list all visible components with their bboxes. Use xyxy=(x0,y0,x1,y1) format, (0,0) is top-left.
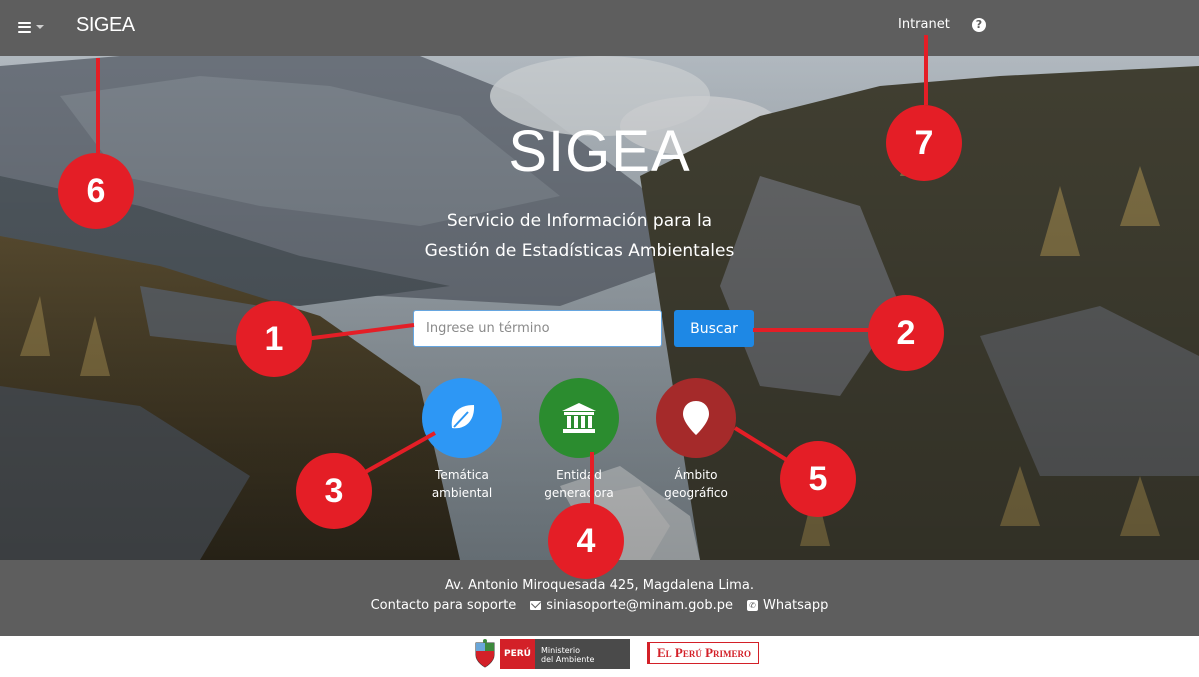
contact-label: Contacto para soporte xyxy=(370,598,517,613)
leaf-icon xyxy=(451,405,475,429)
ministerio-ambiente-logo[interactable]: PERÚ Ministerio del Ambiente xyxy=(472,638,630,670)
envelope-icon xyxy=(530,601,542,610)
category-circle[interactable] xyxy=(656,378,736,458)
category-label: Ámbito geográfico xyxy=(664,468,728,500)
hero-subtitle-line-1: Servicio de Información para la xyxy=(446,211,713,231)
menu-toggle-button[interactable] xyxy=(18,17,50,37)
app: SIGEA Intranet ? SIGEA Servicio de Infor… xyxy=(0,0,1199,677)
footer-contact-row: Contacto para soporte siniasoporte@minam… xyxy=(0,598,1199,613)
whatsapp-icon: ✆ xyxy=(747,600,758,611)
el-peru-primero-logo[interactable]: El Perú Primero xyxy=(647,642,759,664)
ministerio-label: Ministerio del Ambiente xyxy=(534,639,630,669)
whatsapp-link[interactable]: ✆ Whatsapp xyxy=(747,598,828,613)
peru-coat-of-arms-icon xyxy=(475,639,495,668)
top-navbar: SIGEA Intranet ? xyxy=(0,0,1199,56)
peru-label: PERÚ xyxy=(500,639,535,669)
nav-link-intranet[interactable]: Intranet xyxy=(898,17,950,32)
hero-subtitle-line-2: Gestión de Estadísticas Ambientales xyxy=(424,241,735,261)
category-label: Temática ambiental xyxy=(431,468,493,500)
category-ambito-geografico[interactable]: Ámbito geográfico xyxy=(636,378,756,502)
email-text[interactable]: siniasoporte@minam.gob.pe xyxy=(546,598,733,613)
search-button[interactable]: Buscar xyxy=(674,310,754,347)
whatsapp-text[interactable]: Whatsapp xyxy=(763,598,828,613)
hero-section: SIGEA Servicio de Información para la Ge… xyxy=(0,56,1199,560)
category-entidad-generadora[interactable]: Entidad generadora xyxy=(519,378,639,502)
hero-subtitle: Servicio de Información para la Gestión … xyxy=(0,206,1159,266)
caret-down-icon xyxy=(36,25,44,29)
category-label: Entidad generadora xyxy=(544,468,614,500)
category-tematica-ambiental[interactable]: Temática ambiental xyxy=(402,378,522,502)
footer-address: Av. Antonio Miroquesada 425, Magdalena L… xyxy=(445,578,754,593)
hamburger-icon xyxy=(18,21,31,33)
hero-title: SIGEA xyxy=(508,119,691,184)
map-marker-icon xyxy=(683,401,709,435)
logos-strip: PERÚ Ministerio del Ambiente El Perú Pri… xyxy=(0,636,1199,677)
search-input[interactable] xyxy=(413,310,662,347)
footer: Av. Antonio Miroquesada 425, Magdalena L… xyxy=(0,560,1199,636)
category-circle[interactable] xyxy=(539,378,619,458)
help-icon[interactable]: ? xyxy=(972,18,986,32)
brand-logo[interactable]: SIGEA xyxy=(76,14,135,37)
email-link[interactable]: siniasoporte@minam.gob.pe xyxy=(530,598,733,613)
institution-icon xyxy=(562,403,596,433)
category-circle[interactable] xyxy=(422,378,502,458)
